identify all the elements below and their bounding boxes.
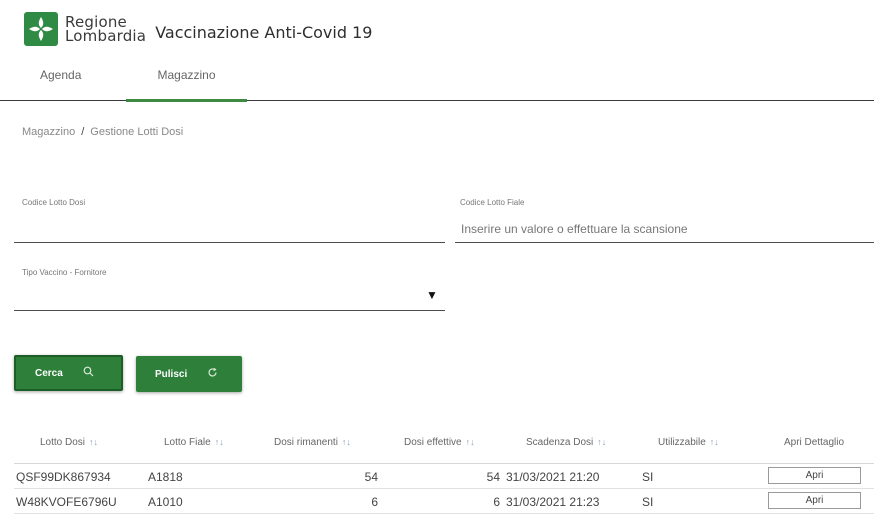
col-lotto-dosi[interactable]: Lotto Dosi ↑↓	[40, 437, 98, 448]
dropdown-arrow-icon: ▼	[426, 288, 438, 302]
active-tab-indicator	[126, 99, 247, 102]
logo-wordmark: Regione Lombardia	[65, 15, 147, 45]
tab-magazzino-label: Magazzino	[157, 68, 216, 82]
col-label: Scadenza Dosi	[526, 437, 594, 448]
refresh-icon	[207, 367, 218, 381]
col-dosi-rimanenti[interactable]: Dosi rimanenti ↑↓	[274, 437, 351, 448]
col-label: Dosi rimanenti	[274, 437, 338, 448]
breadcrumb-root[interactable]: Magazzino	[22, 126, 75, 138]
cell-lotto-dosi: QSF99DK867934	[16, 470, 111, 484]
cell-lotto-fiale: A1010	[148, 495, 183, 509]
pulisci-label: Pulisci	[155, 368, 188, 380]
app-title: Vaccinazione Anti-Covid 19	[155, 22, 373, 42]
cell-dosi-effettive: 54	[486, 470, 500, 484]
tipo-vaccino-select[interactable]: ▼	[14, 280, 445, 310]
tab-agenda[interactable]: Agenda	[40, 68, 81, 101]
cell-scadenza: 31/03/2021 21:20	[506, 470, 600, 484]
cell-utilizzabile: SI	[642, 470, 654, 484]
tipo-vaccino-underline	[14, 310, 445, 311]
col-scadenza-dosi[interactable]: Scadenza Dosi ↑↓	[526, 437, 606, 448]
codice-lotto-dosi-label: Codice Lotto Dosi	[22, 198, 86, 207]
col-utilizzabile[interactable]: Utilizzabile ↑↓	[658, 437, 719, 448]
col-apri-dettaglio: Apri Dettaglio	[784, 437, 845, 448]
codice-lotto-fiale-underline	[455, 242, 874, 243]
breadcrumb-separator: /	[81, 126, 85, 138]
sort-icon: ↑↓	[597, 437, 607, 447]
sort-icon: ↑↓	[341, 437, 351, 447]
col-label: Lotto Fiale	[164, 437, 211, 448]
app-header: Regione Lombardia Vaccinazione Anti-Covi…	[24, 12, 372, 46]
col-dosi-effettive[interactable]: Dosi effettive ↑↓	[404, 437, 475, 448]
table-row: QSF99DK867934 A1818 54 54 31/03/2021 21:…	[14, 464, 874, 489]
lotti-table: Lotto Dosi ↑↓ Lotto Fiale ↑↓ Dosi rimanent…	[14, 424, 874, 514]
tab-magazzino[interactable]: Magazzino	[126, 68, 247, 102]
sort-icon: ↑↓	[89, 437, 99, 447]
col-label: Utilizzabile	[658, 437, 706, 448]
table-header: Lotto Dosi ↑↓ Lotto Fiale ↑↓ Dosi rimanent…	[14, 424, 874, 464]
cerca-label: Cerca	[35, 367, 63, 379]
cell-utilizzabile: SI	[642, 495, 654, 509]
breadcrumb-current: Gestione Lotti Dosi	[90, 126, 184, 138]
codice-lotto-dosi-input[interactable]	[14, 210, 445, 242]
breadcrumb: Magazzino / Gestione Lotti Dosi	[22, 126, 183, 138]
sort-icon: ↑↓	[465, 437, 475, 447]
col-label: Lotto Dosi	[40, 437, 86, 448]
pulisci-button[interactable]: Pulisci	[136, 356, 242, 392]
codice-lotto-fiale-placeholder: Inserire un valore o effettuare la scans…	[461, 222, 688, 236]
codice-lotto-fiale-label: Codice Lotto Fiale	[460, 198, 525, 207]
col-lotto-fiale[interactable]: Lotto Fiale ↑↓	[164, 437, 224, 448]
col-label: Dosi effettive	[404, 437, 462, 448]
search-icon	[83, 366, 94, 380]
regione-lombardia-logo-icon	[24, 12, 58, 46]
cell-dosi-rimanenti: 6	[371, 495, 378, 509]
cerca-button[interactable]: Cerca	[14, 355, 123, 391]
main-tabs: Agenda Magazzino	[0, 60, 874, 102]
cell-scadenza: 31/03/2021 21:23	[506, 495, 600, 509]
cell-dosi-rimanenti: 54	[364, 470, 378, 484]
table-row: W48KVOFE6796U A1010 6 6 31/03/2021 21:23…	[14, 489, 874, 514]
apri-button[interactable]: Apri	[768, 492, 861, 509]
cell-lotto-fiale: A1818	[148, 470, 183, 484]
apri-button[interactable]: Apri	[768, 467, 861, 484]
codice-lotto-fiale-input[interactable]: Inserire un valore o effettuare la scans…	[455, 210, 874, 242]
sort-icon: ↑↓	[214, 437, 224, 447]
cell-dosi-effettive: 6	[493, 495, 500, 509]
logo-line-2: Lombardia	[65, 27, 147, 45]
sort-icon: ↑↓	[709, 437, 719, 447]
cell-lotto-dosi: W48KVOFE6796U	[16, 495, 117, 509]
tipo-vaccino-label: Tipo Vaccino - Fornitore	[22, 268, 107, 277]
codice-lotto-dosi-underline	[14, 242, 445, 243]
